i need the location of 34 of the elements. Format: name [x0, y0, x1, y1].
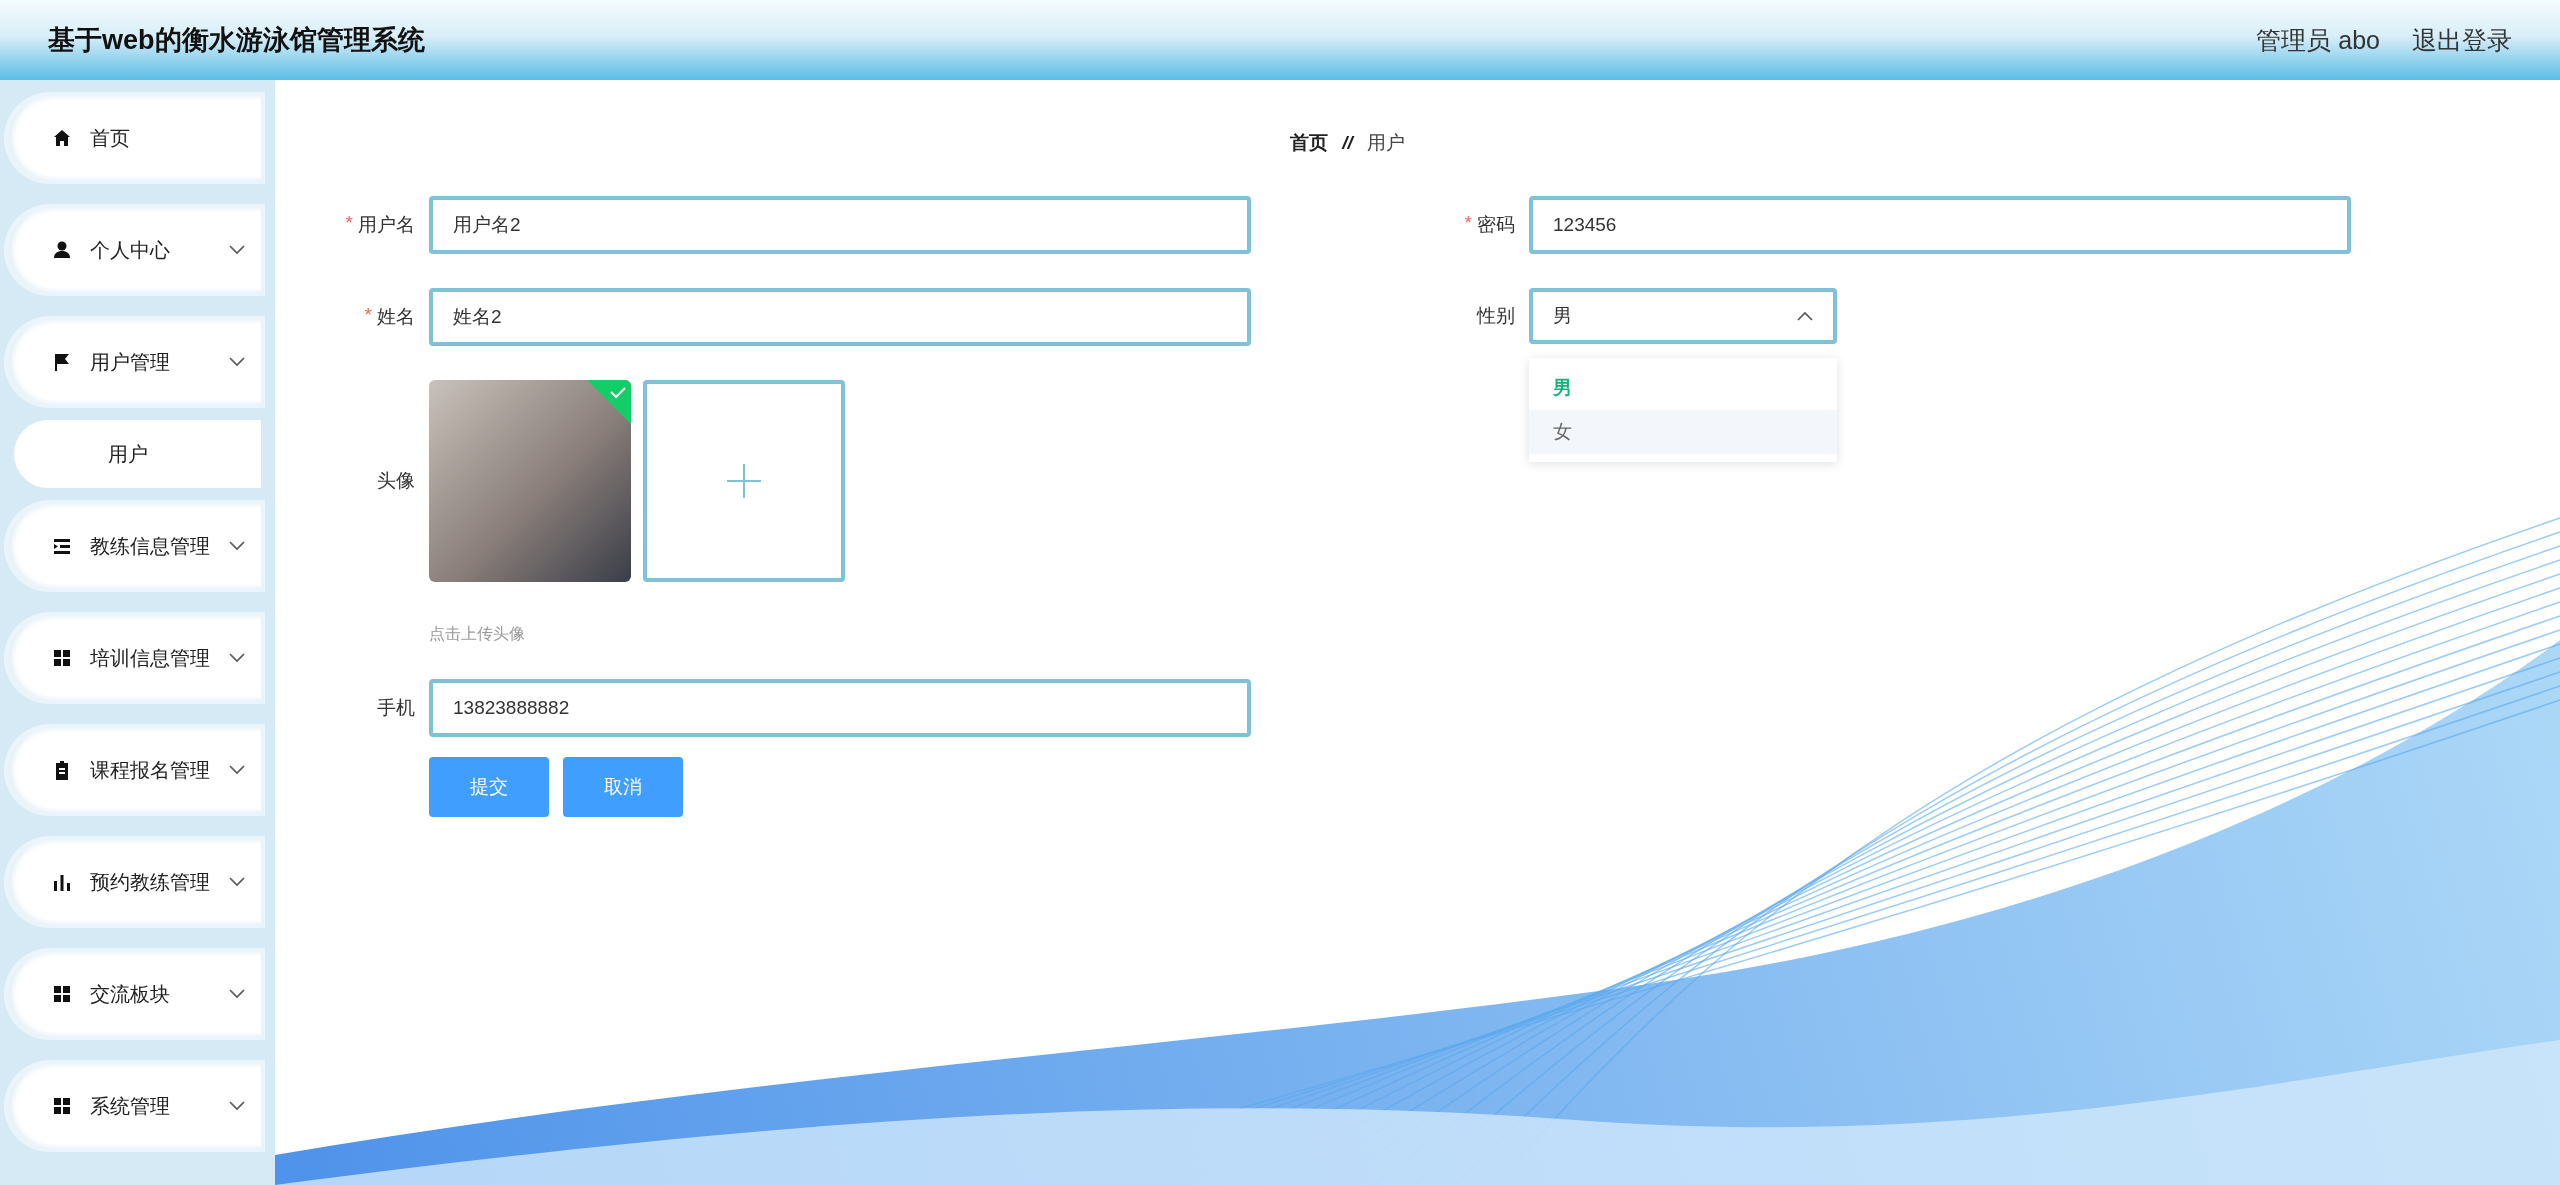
grid-icon	[52, 648, 72, 668]
home-icon	[52, 128, 72, 148]
user-name: 管理员 abo	[2256, 24, 2380, 56]
field-label: 手机	[377, 696, 415, 720]
field-label: 姓名	[377, 305, 415, 329]
logout-link[interactable]: 退出登录	[2412, 23, 2512, 57]
breadcrumb-home-link[interactable]: 首页	[1290, 130, 1329, 156]
check-icon	[587, 380, 631, 424]
upload-button[interactable]	[643, 380, 845, 582]
plus-icon	[727, 464, 761, 498]
text-input[interactable]: 姓名2	[429, 288, 1251, 346]
app-title: 基于web的衡水游泳馆管理系统	[48, 24, 425, 57]
field-label: 密码	[1477, 213, 1515, 237]
text-input[interactable]: 用户名2	[429, 196, 1251, 254]
text-input[interactable]: 123456	[1529, 196, 2351, 254]
field-label: 用户名	[358, 213, 415, 237]
bar-chart-icon	[52, 872, 72, 892]
list-icon	[52, 536, 72, 556]
required-asterisk: *	[364, 304, 372, 327]
required-asterisk: *	[345, 212, 353, 235]
grid-icon	[52, 1096, 72, 1116]
required-asterisk: *	[1464, 212, 1472, 235]
flag-icon	[52, 352, 72, 372]
sidebar-subitem[interactable]: 用户	[14, 420, 261, 488]
text-input[interactable]: 13823888882	[429, 679, 1251, 737]
grid-icon	[52, 984, 72, 1004]
upload-hint: 点击上传头像	[429, 624, 526, 644]
gender-select[interactable]: 男	[1529, 288, 1837, 344]
dropdown-option[interactable]: 女	[1529, 410, 1837, 454]
field-label: 头像	[377, 469, 415, 493]
breadcrumb-separator: //	[1342, 132, 1353, 154]
field-label: 性别	[1477, 304, 1515, 328]
person-icon	[52, 240, 72, 260]
breadcrumb-current: 用户	[1366, 131, 1405, 155]
